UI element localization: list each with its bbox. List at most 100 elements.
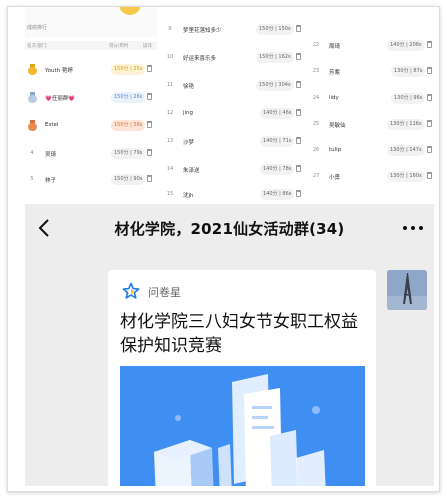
leaderboard-row: 27 小勇 130分 | 160s [309,170,434,184]
player-name: jing [183,110,194,116]
screenshot-frame: 成绩排行 名次/部门 得分/用时 操作 Youth 艳婷 150分 | 25s … [7,6,440,492]
rank-number: 25 [312,121,320,127]
source-label: 问卷星 [148,286,181,299]
leaderboard-row: 24 lidy 130分 | 96s [309,92,434,106]
leaderboard-row: Youth 艳婷 150分 | 25s [25,63,157,77]
trash-icon[interactable] [147,175,152,182]
player-name: 沙梦 [183,140,195,146]
score-badge: 130分 | 96s [391,93,426,104]
player-name: 吴琦 [45,152,57,158]
player-name: lidy [329,95,339,101]
more-dots-icon [403,226,423,230]
leaderboard-row: 23 芳紫 130分 | 87s [309,65,434,79]
player-name: 💗任丽群💗 [45,96,76,102]
trash-icon[interactable] [296,137,301,144]
leaderboard-column-header: 名次/部门 得分/用时 操作 [25,41,157,50]
player-name: 芳紫 [329,70,341,76]
trash-icon[interactable] [296,165,301,172]
player-name: tulip [329,147,342,153]
rank-number: 5 [30,176,34,182]
trash-icon[interactable] [296,53,301,60]
score-badge: 130分 | 147s [387,145,425,156]
rank-number: 12 [166,110,174,116]
gold-medal-icon [28,64,37,75]
leaderboard-header: 成绩排行 [25,7,157,37]
rank-number: 26 [312,147,320,153]
leaderboard-row: 11 徐艳 150分 | 304s [163,79,303,93]
trash-icon[interactable] [147,93,152,100]
questionnaire-share-card[interactable]: 问卷星 材化学院三八妇女节女职工权益保护知识竞赛 [108,270,376,486]
trash-icon[interactable] [147,121,152,128]
leaderboard-row: 13 沙梦 140分 | 71s [163,135,303,149]
leaderboard-row: 25 吴敏仙 130分 | 116s [309,118,434,132]
leaderboard-row: 15 沈jh 140分 | 86s [163,188,303,201]
document-illustration [120,366,365,486]
player-name: Youth 艳婷 [45,68,73,74]
rank-number: 13 [166,138,174,144]
rank-number: 15 [166,191,174,197]
player-name: 林子 [45,178,57,184]
eiffel-tower-avatar-image [387,270,427,310]
trash-icon[interactable] [147,65,152,72]
player-name: 梦里花落知多少 [183,28,222,34]
star-icon [122,282,140,299]
score-badge: 150分 | 79s [111,148,146,159]
leaderboard-row: 26 tulip 130分 | 147s [309,144,434,158]
rank-number: 4 [30,150,34,156]
score-badge: 150分 | 162s [256,52,294,63]
player-name: 周琦 [329,44,341,50]
leaderboard-row: Estel 150分 | 58s [25,119,157,133]
leaderboard-row: 14 朱泽送 140分 | 78s [163,163,303,177]
card-cover-image [120,366,365,486]
more-button[interactable] [402,220,424,236]
leaderboard-panel-2: 9 梦里花落知多少 150分 | 150s 10 好运来喜乐多 150分 | 1… [163,7,303,201]
trash-icon[interactable] [147,149,152,156]
score-badge: 140分 | 71s [260,136,295,147]
player-name: 朱泽送 [183,168,200,174]
player-name: 沈jh [183,193,194,199]
player-name: 好运来喜乐多 [183,56,217,62]
trash-icon[interactable] [427,94,432,101]
avatar[interactable] [387,270,427,310]
player-name: Estel [45,122,59,128]
trash-icon[interactable] [296,109,301,116]
score-badge: 150分 | 58s [111,120,146,131]
column-action: 操作 [143,44,152,49]
trash-icon[interactable] [296,25,301,32]
score-badge: 150分 | 150s [256,24,294,35]
leaderboard-row: 10 好运来喜乐多 150分 | 162s [163,51,303,65]
trash-icon[interactable] [296,190,301,197]
group-chat-screen: 材化学院，2021仙女活动群(34) 问卷星 材化学院三八妇女节女职工权益保护知… [25,204,434,486]
leaderboard-row: 5 林子 150分 | 90s [25,173,157,187]
score-badge: 150分 | 304s [256,80,294,91]
leaderboard-title: 成绩排行 [27,25,48,31]
score-badge: 140分 | 86s [260,189,295,200]
leaderboard-row: 22 周琦 140分 | 208s [309,39,434,53]
score-badge: 130分 | 87s [391,66,426,77]
rank-number: 24 [312,95,320,101]
leaderboard-row: 9 梦里花落知多少 150分 | 150s [163,23,303,37]
score-badge: 150分 | 90s [111,174,146,185]
player-name: 徐艳 [183,84,195,90]
rank-number: 11 [166,82,174,88]
score-badge: 140分 | 46s [260,108,295,119]
leaderboard-collage: 成绩排行 名次/部门 得分/用时 操作 Youth 艳婷 150分 | 25s … [25,7,434,201]
score-badge: 140分 | 78s [260,164,295,175]
trash-icon[interactable] [427,67,432,74]
leaderboard-row: 12 jing 140分 | 46s [163,107,303,121]
score-badge: 150分 | 25s [111,64,146,75]
trash-icon[interactable] [427,120,432,127]
trash-icon[interactable] [427,41,432,48]
trash-icon[interactable] [427,172,432,179]
score-badge: 130分 | 160s [387,171,425,182]
rank-number: 23 [312,68,320,74]
header-decoration [119,7,141,15]
trash-icon[interactable] [296,81,301,88]
rank-number: 10 [166,54,174,60]
column-rank: 名次/部门 [27,44,47,49]
trash-icon[interactable] [427,146,432,153]
bronze-medal-icon [28,120,37,131]
card-title: 材化学院三八妇女节女职工权益保护知识竞赛 [120,312,358,356]
column-score: 得分/用时 [109,44,129,49]
rank-number: 22 [312,42,320,48]
